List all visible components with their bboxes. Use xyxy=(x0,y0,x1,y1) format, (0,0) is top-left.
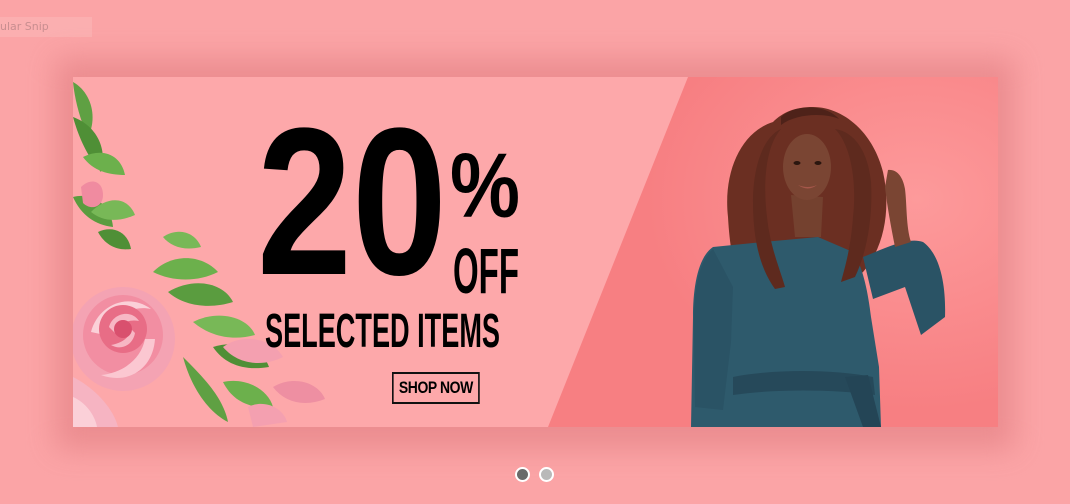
shop-now-button[interactable]: SHOP NOW xyxy=(392,372,480,404)
off-label: OFF xyxy=(453,235,519,307)
discount-number: 20 xyxy=(257,84,447,319)
promo-banner[interactable]: 20 % OFF SELECTED ITEMS SHOP NOW xyxy=(73,77,998,427)
percent-sign: % xyxy=(450,135,520,237)
snip-tool-label: ular Snip xyxy=(0,20,49,33)
snip-tool-tab[interactable]: ular Snip xyxy=(0,17,92,37)
subtitle: SELECTED ITEMS xyxy=(265,305,500,358)
headline-text: 20 % OFF SELECTED ITEMS xyxy=(257,84,520,358)
shop-now-label: SHOP NOW xyxy=(398,378,473,397)
carousel-dot-2[interactable] xyxy=(539,467,554,482)
carousel-dot-1[interactable] xyxy=(515,467,530,482)
